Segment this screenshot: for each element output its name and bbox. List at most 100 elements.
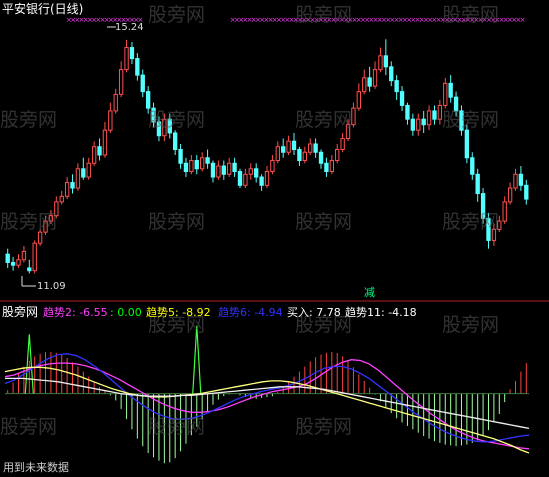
candle-body (507, 187, 513, 203)
watermark: 股旁网 (148, 416, 206, 438)
candle-body (21, 250, 27, 261)
candle-body (356, 91, 362, 109)
candle-body (362, 77, 367, 93)
candle-body (27, 267, 32, 272)
candle-body (372, 69, 378, 87)
candle-body (340, 137, 345, 150)
candle-body (383, 55, 389, 68)
candle-body (524, 184, 529, 200)
candle-body (281, 146, 286, 153)
indicator-legend-zero: : 0.00 (110, 306, 142, 319)
candle-body (464, 129, 470, 159)
chart-canvas[interactable]: ×××××××××××××××××× ××××××××××××××××××××××… (0, 0, 549, 477)
candle-body (108, 110, 113, 131)
candle-body (232, 162, 237, 173)
chart-title: 平安银行(日线) (2, 2, 84, 16)
candle-body (475, 173, 480, 195)
candle-body (324, 162, 329, 173)
candle-body (416, 118, 421, 131)
watermark: 股旁网 (295, 4, 353, 26)
watermark: 股旁网 (442, 211, 500, 233)
candle-body (64, 182, 70, 197)
indicator-legend-trend6: 趋势6: -4.94 (218, 306, 283, 319)
candle-body (389, 66, 394, 82)
candle-body (118, 69, 124, 95)
candle-body (248, 168, 253, 175)
indicator-name: 股旁网 (2, 305, 39, 319)
candle-body (286, 140, 291, 153)
watermark: 股旁网 (442, 314, 500, 336)
future-data-note: 用到未来数据 (3, 461, 69, 474)
sell-signal-marker: 减 (364, 286, 375, 299)
candle-body (470, 157, 475, 175)
candle-body (448, 82, 453, 98)
watermark: 股旁网 (0, 109, 58, 131)
candle-body (513, 173, 518, 189)
candle-body (302, 151, 307, 162)
candle-body (91, 146, 97, 164)
candle-body (129, 47, 135, 60)
candle-body (140, 74, 145, 93)
candle-body (243, 173, 248, 186)
candle-body (10, 261, 16, 266)
low-price-label: 11.09 (37, 281, 66, 292)
candle-body (81, 168, 86, 178)
candle-body (254, 168, 259, 178)
candle-body (16, 259, 21, 266)
candle-body (97, 146, 102, 156)
high-price-label: 15.24 (115, 22, 144, 33)
candle-body (367, 77, 372, 87)
candle-body (189, 160, 194, 173)
candle-body (410, 118, 416, 131)
candle-body (183, 162, 189, 173)
candle-body (178, 148, 183, 164)
watermark: 股旁网 (148, 109, 206, 131)
candle-body (205, 157, 210, 164)
candle-body (318, 151, 324, 164)
indicator-legend-trend2: 趋势2: -6.55 (43, 306, 108, 319)
candle-body (124, 47, 129, 71)
candle-body (227, 162, 232, 175)
candle-body (32, 242, 37, 272)
signal-mark: × (520, 16, 526, 24)
stock-chart-window: × × × × × × × × × × × × × × × × × × × × × × × × × × × × × × × × × × × × × × × ×… (0, 0, 549, 477)
candle-body (102, 129, 108, 156)
candle-body (335, 148, 340, 162)
indicator-legend-trend5: 趋势5: -8.92 (146, 306, 211, 319)
candle-body (351, 107, 356, 126)
candle-body (59, 195, 64, 203)
indicator-legend-trend11: 趋势11: -4.18 (345, 306, 417, 319)
candle-body (313, 143, 318, 153)
watermark: 股旁网 (295, 416, 353, 438)
candle-body (378, 55, 383, 71)
candle-body (291, 140, 297, 150)
candle-body (70, 182, 75, 189)
candle-body (426, 110, 432, 126)
candle-body (399, 91, 405, 106)
candle-body (237, 171, 243, 186)
candle-body (432, 110, 437, 120)
watermark: 股旁网 (442, 109, 500, 131)
candle-body (502, 201, 507, 222)
candle-body (172, 132, 178, 150)
watermark: 股旁网 (148, 4, 206, 26)
candle-body (394, 80, 399, 93)
candle-body (270, 160, 275, 173)
candle-body (297, 148, 302, 162)
indicator-legend-buy: 买入: 7.78 (287, 306, 341, 319)
watermark: 股旁网 (295, 109, 353, 131)
candle-body (518, 173, 524, 186)
candle-body (75, 168, 81, 189)
candle-body (329, 160, 334, 173)
candle-body (405, 104, 410, 120)
candle-body (135, 58, 140, 76)
candle-body (443, 82, 448, 106)
candle-body (194, 160, 199, 170)
candle-body (259, 176, 264, 186)
candle-body (221, 165, 226, 175)
candle-body (5, 253, 10, 263)
watermark: 股旁网 (0, 211, 58, 233)
watermark: 股旁网 (295, 211, 353, 233)
candle-body (210, 162, 216, 178)
candle-body (275, 146, 280, 162)
